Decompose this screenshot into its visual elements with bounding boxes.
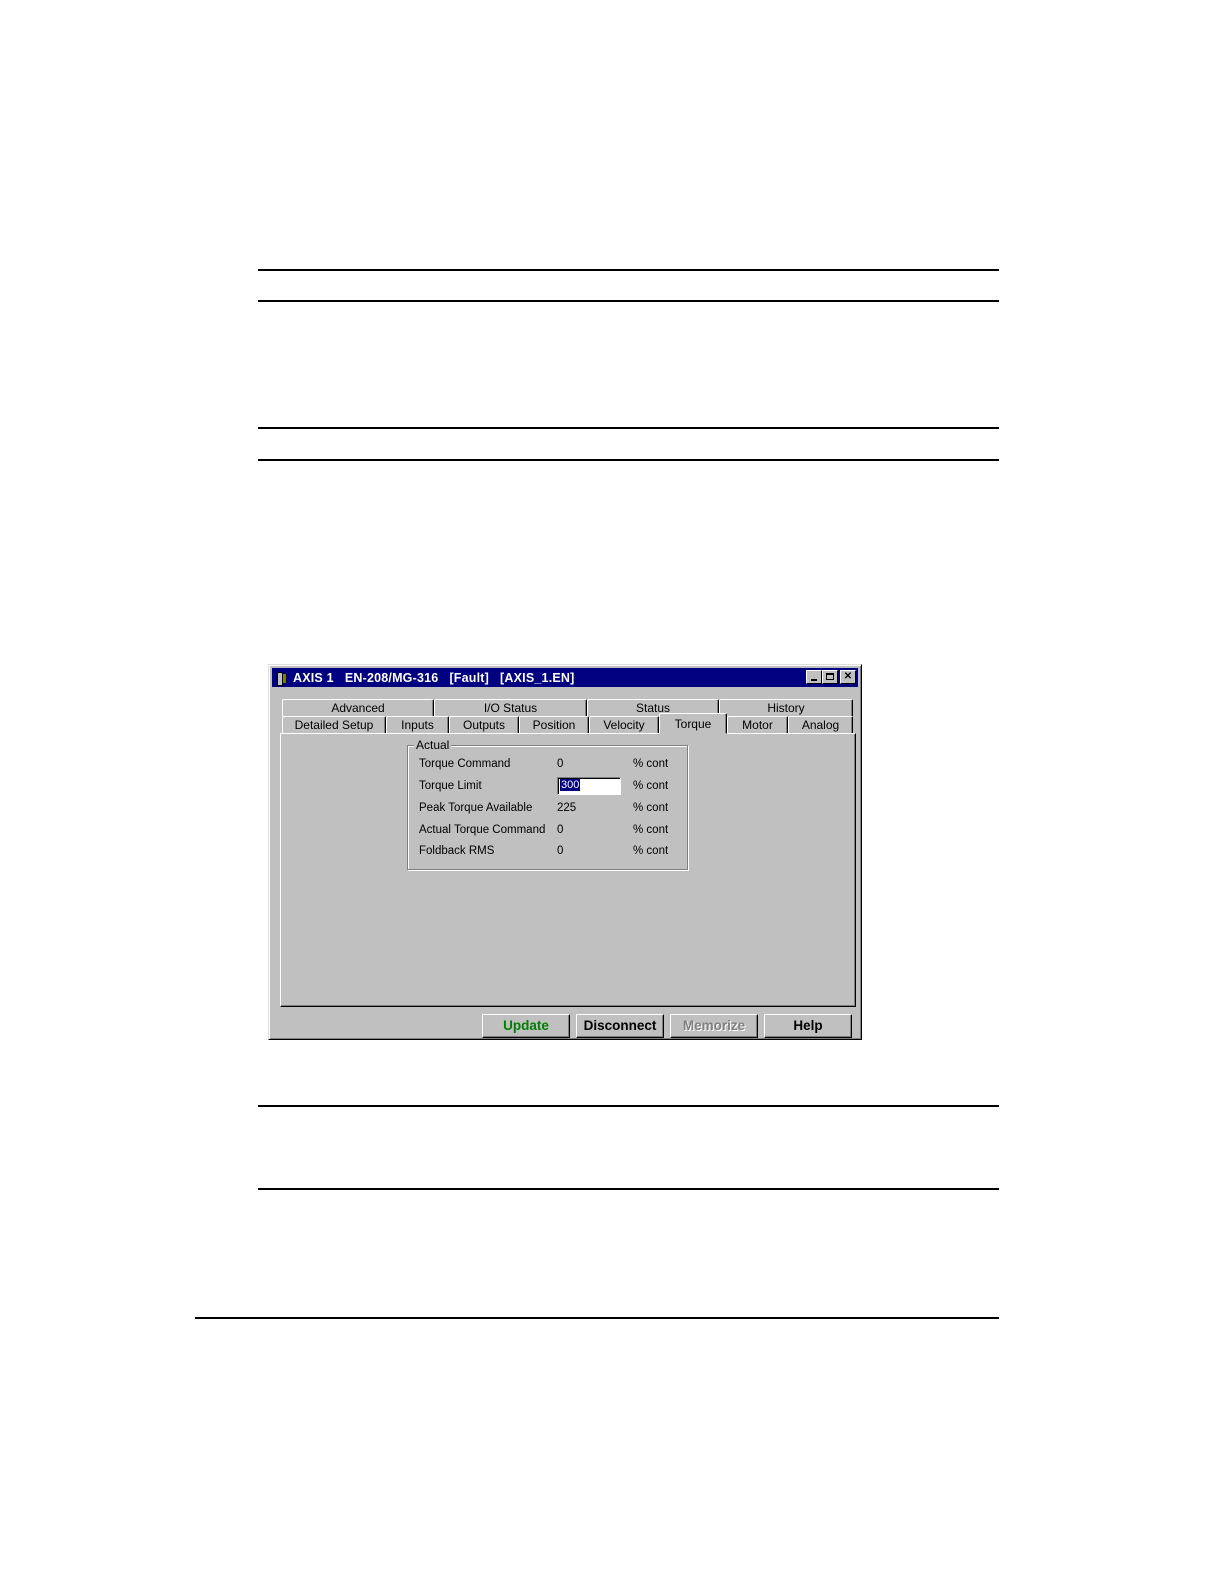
tab-inputs[interactable]: Inputs [386,716,449,733]
field-unit: % cont [633,802,669,814]
tab-torque[interactable]: Torque [659,713,727,734]
row-torque-command: Torque Command 0 % cont [419,755,681,773]
tab-history[interactable]: History [719,699,853,716]
tab-position[interactable]: Position [519,716,589,733]
tab-velocity[interactable]: Velocity [589,716,659,733]
row-peak-torque: Peak Torque Available 225 % cont [419,799,681,817]
field-unit: % cont [633,780,669,792]
maximize-icon[interactable] [822,670,838,684]
row-actual-torque-command: Actual Torque Command 0 % cont [419,821,681,839]
tab-outputs[interactable]: Outputs [449,716,519,733]
field-label: Foldback RMS [419,845,495,857]
field-label: Peak Torque Available [419,802,533,814]
actual-group: Actual Torque Command 0 % cont Torque Li… [407,738,688,870]
caption-buttons: ✕ [806,670,856,684]
close-icon[interactable]: ✕ [840,670,856,684]
rule-2 [258,300,999,302]
field-value: 0 [557,824,564,836]
rule-4 [258,459,999,461]
window-title: AXIS 1 EN-208/MG-316 [Fault] [AXIS_1.EN] [293,670,575,685]
rule-1 [258,269,999,271]
field-value: 0 [557,845,564,857]
field-value: 225 [557,802,577,814]
tab-analog[interactable]: Analog [788,716,853,733]
help-button[interactable]: Help [764,1014,852,1038]
field-value: 0 [557,758,564,770]
rule-5 [258,1105,999,1107]
torque-panel: Actual Torque Command 0 % cont Torque Li… [280,733,856,1007]
memorize-button[interactable]: Memorize [670,1014,758,1038]
minimize-icon[interactable] [806,670,822,684]
rule-7 [195,1317,999,1319]
row-foldback-rms: Foldback RMS 0 % cont [419,842,681,860]
field-unit: % cont [633,824,669,836]
row-torque-limit: Torque Limit 300 % cont [419,777,681,795]
tab-io-status[interactable]: I/O Status [434,699,587,716]
tab-detailed-setup[interactable]: Detailed Setup [282,716,386,733]
rule-6 [258,1188,999,1190]
tab-motor[interactable]: Motor [727,716,788,733]
torque-limit-input[interactable]: 300 [557,777,621,795]
field-unit: % cont [633,758,669,770]
field-label: Actual Torque Command [419,824,546,836]
field-label: Torque Command [419,758,511,770]
input-selection: 300 [560,779,581,791]
tab-row-top: Advanced I/O Status Status History [282,699,853,716]
app-icon[interactable] [276,671,288,686]
tab-advanced[interactable]: Advanced [282,699,434,716]
rule-3 [258,427,999,429]
axis-window: AXIS 1 EN-208/MG-316 [Fault] [AXIS_1.EN]… [268,664,862,1040]
title-bar[interactable]: AXIS 1 EN-208/MG-316 [Fault] [AXIS_1.EN]… [272,668,858,687]
tab-row-bottom: Detailed Setup Inputs Outputs Position V… [282,713,853,734]
field-unit: % cont [633,845,669,857]
group-label: Actual [414,738,452,752]
update-button[interactable]: Update [482,1014,570,1038]
field-label: Torque Limit [419,780,482,792]
disconnect-button[interactable]: Disconnect [576,1014,664,1038]
